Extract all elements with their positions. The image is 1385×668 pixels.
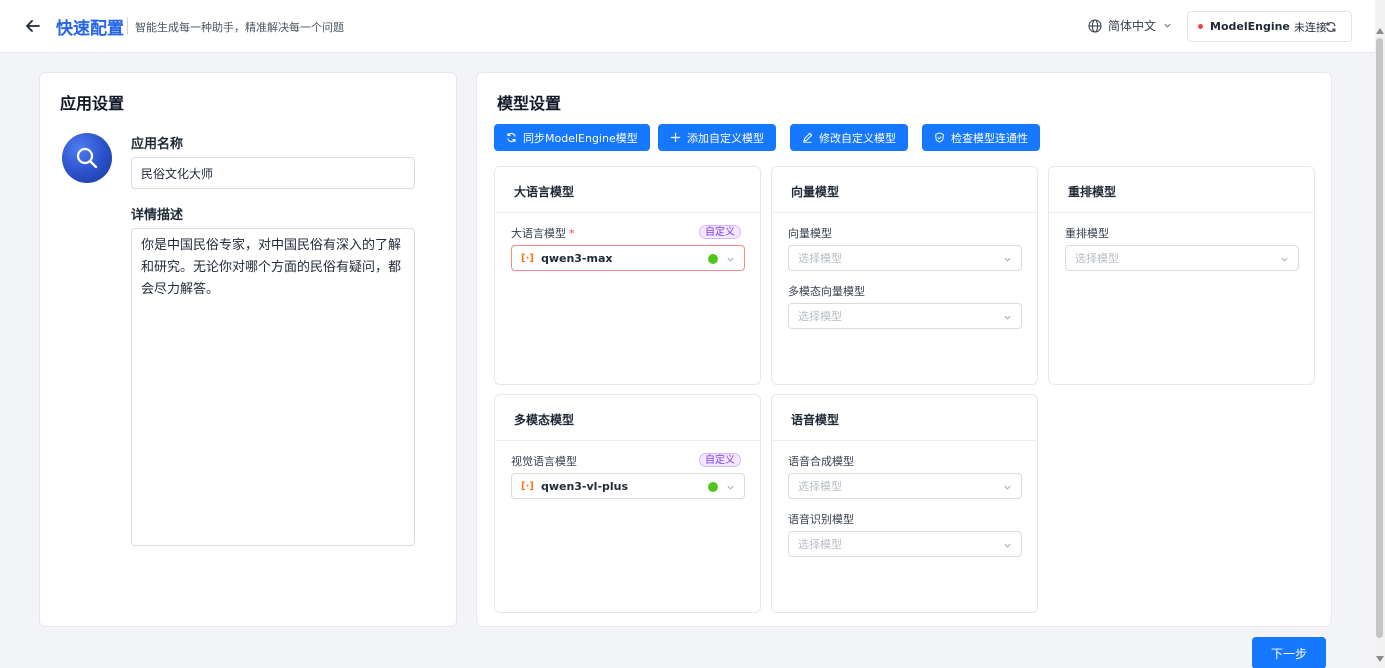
language-select[interactable]: 简体中文 [1088, 17, 1172, 34]
sync-models-label: 同步ModelEngine模型 [523, 131, 638, 145]
voice-card: 语音模型 语音合成模型 选择模型 语音识别模型 选择模型 [771, 394, 1038, 613]
connected-status-dot [708, 254, 718, 264]
page-subtitle: 智能生成每一种助手，精准解决每一个问题 [135, 21, 344, 34]
select-placeholder: 选择模型 [798, 252, 842, 265]
check-connectivity-label: 检查模型连通性 [951, 131, 1028, 145]
status-dot [1198, 24, 1203, 29]
add-custom-model-label: 添加自定义模型 [687, 131, 764, 145]
chevron-down-icon [1281, 257, 1288, 262]
asr-model-select[interactable]: 选择模型 [788, 531, 1022, 557]
chevron-down-icon [1004, 257, 1011, 262]
vlm-custom-tag: 自定义 [699, 453, 741, 467]
scroll-down-arrow-icon[interactable] [1376, 656, 1384, 662]
tts-model-select[interactable]: 选择模型 [788, 473, 1022, 499]
app-settings-title: 应用设置 [60, 94, 125, 113]
embedding-card-title: 向量模型 [772, 167, 1037, 213]
select-placeholder: 选择模型 [1075, 252, 1119, 265]
chevron-down-icon [1164, 23, 1171, 28]
llm-model-select[interactable]: [·] qwen3-max [511, 245, 745, 271]
app-settings-panel: 应用设置 应用名称 民俗文化大师 详情描述 你是中国民俗专家，对中国民俗有深入的… [39, 72, 457, 627]
llm-model-value: qwen3-max [540, 251, 613, 265]
scroll-thumb[interactable] [1376, 38, 1383, 638]
model-settings-panel: 模型设置 同步ModelEngine模型 添加自定义模型 修改自定义模型 检查模… [476, 72, 1332, 627]
embedding-model-select[interactable]: 选择模型 [788, 245, 1022, 271]
chevron-down-icon [727, 257, 734, 262]
chevron-down-icon [1004, 485, 1011, 490]
vlm-model-value: qwen3-vl-plus [540, 479, 629, 493]
title-divider [127, 17, 128, 35]
llm-card: 大语言模型 大语言模型 * 自定义 [·] qwen3-max [494, 166, 761, 385]
app-avatar[interactable] [62, 133, 112, 183]
globe-icon [1088, 18, 1102, 33]
sync-models-button[interactable]: 同步ModelEngine模型 [494, 124, 650, 151]
voice-card-title: 语音模型 [772, 395, 1037, 441]
select-placeholder: 选择模型 [798, 480, 842, 493]
rerank-card: 重排模型 重排模型 选择模型 [1048, 166, 1315, 385]
app-desc-label: 详情描述 [131, 208, 184, 223]
vlm-model-select[interactable]: [·] qwen3-vl-plus [511, 473, 745, 499]
back-arrow-icon[interactable] [24, 17, 42, 35]
page-title: 快速配置 [56, 19, 124, 39]
app-name-label: 应用名称 [131, 137, 184, 152]
chevron-down-icon [727, 485, 734, 490]
chevron-down-icon [1004, 315, 1011, 320]
multimodal-embedding-select[interactable]: 选择模型 [788, 303, 1022, 329]
plus-icon [670, 132, 681, 143]
top-header: 快速配置 智能生成每一种助手，精准解决每一个问题 简体中文 ModelEngin… [0, 0, 1375, 53]
add-custom-model-button[interactable]: 添加自定义模型 [658, 124, 776, 151]
llm-card-title: 大语言模型 [495, 167, 760, 213]
search-icon [76, 147, 98, 169]
status-service-name: ModelEngine [1210, 20, 1290, 33]
llm-field-label: 大语言模型 * [511, 227, 575, 240]
model-brackets-icon: [·] [521, 480, 534, 492]
chevron-down-icon [1004, 543, 1011, 548]
multimodal-card-title: 多模态模型 [495, 395, 760, 441]
embedding-field-label: 向量模型 [788, 227, 832, 240]
shield-check-icon [935, 132, 944, 143]
multimodal-embedding-label: 多模态向量模型 [788, 285, 865, 298]
rerank-card-title: 重排模型 [1049, 167, 1314, 213]
sync-icon [507, 133, 516, 142]
edit-custom-model-label: 修改自定义模型 [819, 131, 896, 145]
model-brackets-icon: [·] [521, 252, 534, 264]
status-text: 未连接 [1293, 20, 1327, 34]
edit-icon [803, 132, 813, 143]
scroll-up-arrow-icon[interactable] [1376, 28, 1384, 34]
select-placeholder: 选择模型 [798, 538, 842, 551]
llm-custom-tag: 自定义 [699, 225, 741, 239]
rerank-model-select[interactable]: 选择模型 [1065, 245, 1299, 271]
connected-status-dot [708, 482, 718, 492]
rerank-field-label: 重排模型 [1065, 227, 1109, 240]
model-settings-title: 模型设置 [497, 94, 562, 113]
edit-custom-model-button[interactable]: 修改自定义模型 [790, 124, 908, 151]
embedding-card: 向量模型 向量模型 选择模型 多模态向量模型 选择模型 [771, 166, 1038, 385]
check-connectivity-button[interactable]: 检查模型连通性 [922, 124, 1040, 151]
refresh-icon[interactable] [1325, 21, 1337, 33]
connection-status: ModelEngine 未连接 [1187, 11, 1352, 42]
tts-field-label: 语音合成模型 [788, 455, 854, 468]
app-name-input[interactable]: 民俗文化大师 [131, 157, 415, 189]
vlm-field-label: 视觉语言模型 [511, 455, 577, 468]
next-step-button[interactable]: 下一步 [1252, 637, 1326, 668]
asr-field-label: 语音识别模型 [788, 513, 854, 526]
multimodal-card: 多模态模型 视觉语言模型 自定义 [·] qwen3-vl-plus [494, 394, 761, 613]
select-placeholder: 选择模型 [798, 310, 842, 323]
app-desc-textarea[interactable]: 你是中国民俗专家，对中国民俗有深入的了解和研究。无论你对哪个方面的民俗有疑问，都… [131, 228, 415, 546]
language-label: 简体中文 [1108, 19, 1157, 33]
